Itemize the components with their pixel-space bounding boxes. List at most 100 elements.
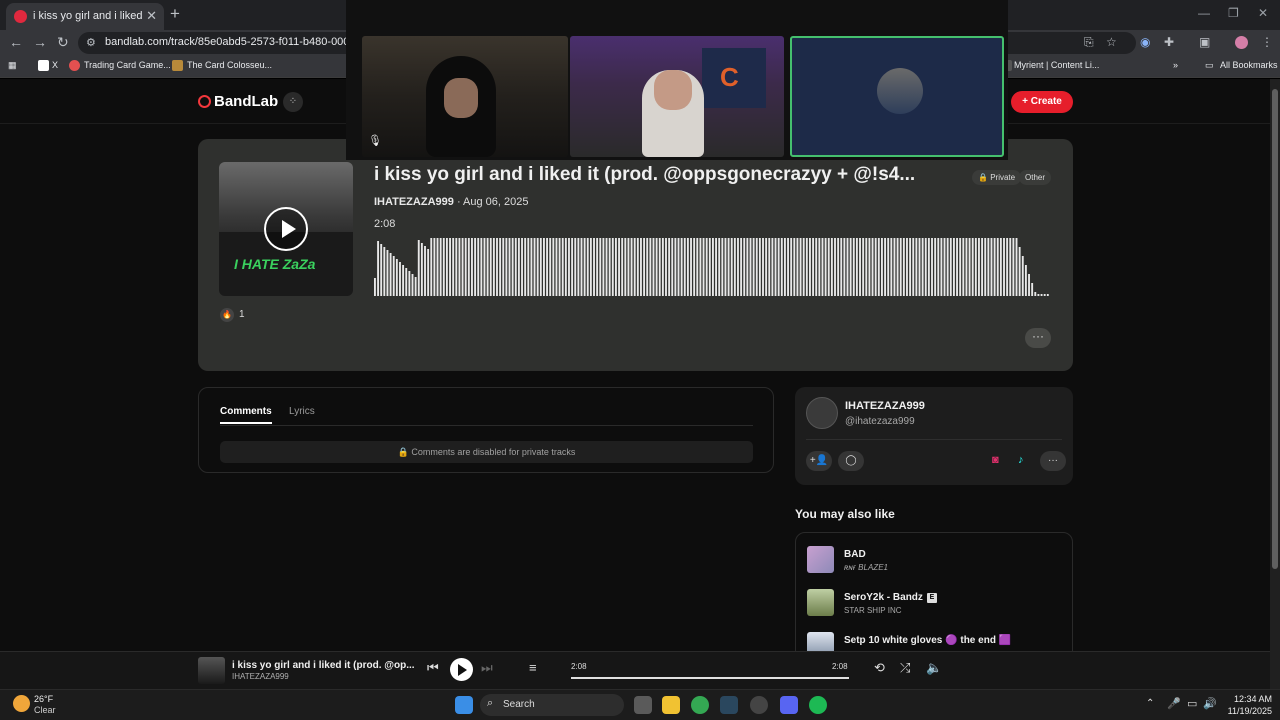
x-logo-icon [38,60,49,71]
reload-icon[interactable]: ↻ [57,34,69,51]
forward-icon[interactable]: → [33,34,47,50]
progress-bar[interactable] [571,677,849,679]
video-tile-3-active[interactable] [790,36,1004,157]
bandlab-logo-icon [198,95,211,108]
player-thumbnail[interactable] [198,657,225,684]
bandlab-logo[interactable]: BandLab [198,93,278,110]
site-info-icon[interactable]: ⚙ [86,36,96,49]
list-item[interactable]: BAD ʀɴғ BLAZE1 [807,546,1067,576]
weather-temp: 26°F [34,694,54,704]
extension-icon[interactable]: ◉ [1140,35,1150,49]
list-item[interactable]: Setp 10 white gloves 🟣 the end 🟪 [807,632,1067,651]
private-badge: 🔒 Private [972,170,1022,185]
spotify-icon[interactable] [809,696,827,714]
scrollbar-thumb[interactable] [1272,89,1278,569]
page-scrollbar[interactable] [1270,79,1280,689]
minimize-icon[interactable]: — [1198,6,1210,20]
list-item[interactable]: SeroY2k - Bandz E STAR SHIP INC [807,589,1067,619]
tab-lyrics[interactable]: Lyrics [289,406,315,417]
bookmark-myrient[interactable]: Myrient | Content Li... [1014,60,1099,70]
waveform-bar [589,238,592,296]
steam-icon[interactable] [720,696,738,714]
waveform-bar [965,238,968,296]
bookmark-star-icon[interactable]: ☆ [1106,35,1117,49]
reaction-number: 1 [239,309,245,320]
waveform-bar [962,238,965,296]
waveform-bar [636,238,639,296]
volume-icon[interactable]: 🔈 [926,660,942,676]
bookmark-tcg[interactable]: Trading Card Game... [84,60,171,70]
follow-button[interactable]: +👤 [806,451,832,471]
chrome-icon[interactable] [691,696,709,714]
apps-icon[interactable]: ⁘ [283,92,303,112]
weather-icon[interactable] [13,695,30,712]
more-bookmarks-icon[interactable]: » [1173,60,1178,70]
all-bookmarks[interactable]: All Bookmarks [1220,60,1278,70]
mic-icon[interactable]: 🎤 [1167,697,1181,710]
discord-icon[interactable] [780,696,798,714]
play-button[interactable] [264,207,308,251]
artist-link[interactable]: IHATEZAZA999 [374,196,454,208]
waveform[interactable] [374,236,1050,296]
waveform-bar [643,238,646,296]
extensions-puzzle-icon[interactable]: ✚ [1164,35,1174,49]
windows-start-icon[interactable] [455,696,473,714]
waveform-bar [630,238,633,296]
artist-avatar[interactable] [806,397,838,429]
waveform-bar [796,238,799,296]
profile-avatar[interactable] [1235,36,1248,49]
menu-kebab-icon[interactable]: ⋮ [1261,35,1273,49]
video-tile-1[interactable]: 🎙 [362,36,568,157]
tiktok-icon[interactable]: ♪ [1018,454,1024,466]
player-artist[interactable]: IHATEZAZA999 [232,672,289,681]
waveform-bar [502,238,505,296]
previous-icon[interactable]: ⏮ [427,660,439,676]
new-tab-icon[interactable]: + [170,4,180,24]
apps-grid-icon[interactable]: ▦ [8,60,17,71]
network-icon[interactable]: ▭ [1187,697,1197,710]
waveform-bar [467,238,470,296]
app-icon[interactable] [750,696,768,714]
waveform-bar [699,238,702,296]
maximize-icon[interactable]: ❐ [1228,6,1239,20]
bookmark-colosseum[interactable]: The Card Colosseu... [187,60,272,70]
player-title[interactable]: i kiss yo girl and i liked it (prod. @op… [232,660,415,671]
artist-name[interactable]: IHATEZAZA999 [845,400,925,412]
instagram-icon[interactable]: ◙ [992,454,999,466]
side-panel-icon[interactable]: ▣ [1199,35,1210,49]
waveform-bar [649,238,652,296]
waveform-bar [1040,294,1043,296]
install-icon[interactable]: ⎘ [1084,35,1094,50]
queue-icon[interactable]: ≡ [529,660,537,675]
next-icon[interactable]: ⏭ [481,660,493,676]
message-button[interactable]: ◯ [838,451,864,471]
genre-badge[interactable]: Other [1019,170,1052,185]
waveform-bar [580,238,583,296]
back-icon[interactable]: ← [9,34,23,50]
browser-tab[interactable]: i kiss yo girl and i liked it (prod. ✕ [6,3,164,30]
tab-close-icon[interactable]: ✕ [146,8,157,24]
create-button[interactable]: + Create [1011,91,1073,113]
waveform-bar [777,238,780,296]
reaction-count[interactable]: 🔥 1 [220,308,245,322]
shuffle-icon[interactable]: ⤮ [900,660,910,676]
player-play-button[interactable] [450,658,473,681]
waveform-bar [583,238,586,296]
repeat-icon[interactable]: ⟲ [874,660,885,676]
bookmark-x[interactable]: X [52,60,58,70]
track-more-button[interactable]: ··· [1025,328,1051,348]
taskbar-clock[interactable]: 12:34 AM 11/19/2025 [1220,693,1272,717]
file-explorer-icon[interactable] [662,696,680,714]
track-cover-art[interactable]: I HATE ZaZa [219,162,353,296]
waveform-bar [1006,238,1009,296]
artist-more-button[interactable]: ··· [1040,451,1066,471]
tray-chevron-icon[interactable]: ⌃ [1146,698,1154,709]
waveform-bar [436,238,439,296]
close-window-icon[interactable]: ✕ [1258,6,1268,20]
taskbar-search[interactable]: ⌕ Search [480,694,624,716]
video-tile-2[interactable]: C [570,36,784,157]
waveform-bar [909,238,912,296]
tab-comments[interactable]: Comments [220,406,272,424]
speaker-icon[interactable]: 🔊 [1203,697,1217,710]
task-view-icon[interactable] [634,696,652,714]
